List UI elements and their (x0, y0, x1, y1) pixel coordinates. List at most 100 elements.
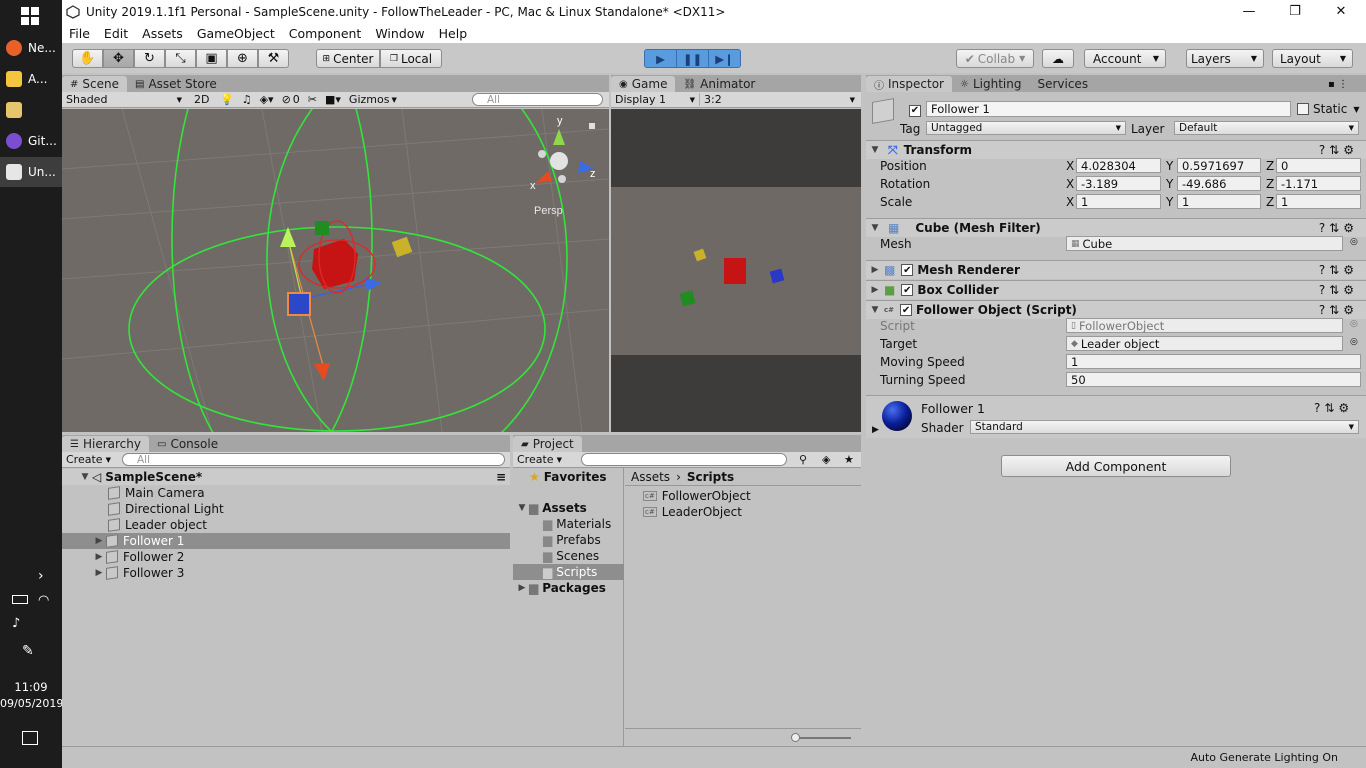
expand-arrow-icon[interactable]: ▶ (515, 583, 529, 593)
expand-arrow-icon[interactable]: ▶ (92, 568, 106, 578)
tab-inspector[interactable]: ⓘ Inspector (866, 76, 952, 92)
hierarchy-item-directional-light[interactable]: Directional Light (108, 501, 224, 517)
shading-mode-dropdown[interactable]: Shaded ▼ (62, 93, 186, 106)
scale-x-input[interactable]: 1 (1076, 194, 1161, 209)
scale-z-input[interactable]: 1 (1276, 194, 1361, 209)
tab-game[interactable]: ◉ Game (611, 76, 676, 92)
tab-console[interactable]: ▭ Console (149, 436, 226, 452)
taskbar-github[interactable]: Git... (0, 126, 62, 156)
favorite-star-icon[interactable]: ★ (840, 453, 858, 466)
cloud-button[interactable]: ☁ (1042, 49, 1074, 68)
lighting-toggle-icon[interactable]: 💡 (216, 93, 238, 106)
hierarchy-create-dropdown[interactable]: Create ▼ (62, 453, 118, 466)
menu-assets[interactable]: Assets (135, 26, 190, 41)
rotation-y-input[interactable]: -49.686 (1177, 176, 1261, 191)
inspector-lock-icon[interactable]: ▪ ⋮ (1328, 76, 1348, 92)
folder-scripts[interactable]: ▆ Scripts (513, 564, 624, 580)
expand-arrow-icon[interactable]: ▼ (868, 223, 882, 233)
battery-icon[interactable] (12, 595, 28, 604)
tab-scene[interactable]: # Scene (62, 76, 127, 92)
hierarchy-search-input[interactable]: All (122, 453, 505, 466)
folder-scenes[interactable]: ▆ Scenes (543, 548, 599, 564)
tab-animator[interactable]: ⛓ Animator (675, 76, 763, 92)
mesh-renderer-header[interactable]: ▶ ▩ ✔ Mesh Renderer ?⇅⚙ (866, 260, 1366, 279)
target-object-field[interactable]: ◆ Leader object (1066, 336, 1343, 351)
expand-arrow-icon[interactable]: ▶ (92, 552, 106, 562)
play-button[interactable]: ▶ (644, 49, 677, 68)
wifi-icon[interactable]: ◠ (38, 593, 49, 608)
menu-help[interactable]: Help (432, 26, 475, 41)
hierarchy-item-leader-object[interactable]: Leader object (108, 517, 207, 533)
2d-toggle-button[interactable]: 2D (190, 93, 216, 106)
layer-dropdown[interactable]: Default ▼ (1174, 121, 1359, 135)
step-button[interactable]: ▶❙ (708, 49, 741, 68)
gizmos-dropdown[interactable]: Gizmos ▼ (345, 93, 401, 106)
component-menu-icons[interactable]: ?⇅⚙ (1319, 221, 1358, 235)
folder-prefabs[interactable]: ▆ Prefabs (543, 532, 601, 548)
tab-asset-store[interactable]: ▤ Asset Store (127, 76, 225, 92)
minimize-icon[interactable]: — (1226, 0, 1272, 23)
expand-arrow-icon[interactable]: ▶ (868, 265, 882, 275)
slider-thumb[interactable] (791, 733, 800, 742)
rotation-z-input[interactable]: -1.171 (1276, 176, 1361, 191)
rect-tool-icon[interactable]: ▣ (196, 49, 227, 68)
layers-dropdown[interactable]: Layers ▼ (1186, 49, 1264, 68)
transform-tool-icon[interactable]: ⊕ (227, 49, 258, 68)
follower-script-header[interactable]: ▼ c# ✔ Follower Object (Script) ?⇅⚙ (866, 300, 1366, 319)
menu-window[interactable]: Window (368, 26, 431, 41)
script-enabled-checkbox[interactable]: ✔ (900, 304, 913, 316)
audio-toggle-icon[interactable]: ♫ (238, 93, 256, 106)
static-checkbox[interactable] (1297, 103, 1309, 115)
breadcrumb-assets[interactable]: Assets (631, 470, 670, 484)
windows-start-icon[interactable] (21, 7, 39, 25)
turning-speed-input[interactable]: 50 (1066, 372, 1361, 387)
lock-icon[interactable] (589, 123, 595, 129)
effects-dropdown-icon[interactable]: ◈▾ (256, 93, 278, 106)
taskbar-explorer[interactable]: A... (0, 64, 62, 94)
layout-dropdown[interactable]: Layout ▼ (1272, 49, 1353, 68)
taskbar-firefox[interactable]: Ne... (0, 33, 62, 63)
menu-component[interactable]: Component (282, 26, 369, 41)
scene-tools-icon[interactable]: ✂ (304, 93, 321, 106)
tab-hierarchy[interactable]: ☰ Hierarchy (62, 436, 149, 452)
expand-arrow-icon[interactable]: ▼ (515, 503, 529, 513)
scale-y-input[interactable]: 1 (1177, 194, 1261, 209)
maximize-icon[interactable]: ❐ (1272, 0, 1318, 23)
tab-services[interactable]: Services (1029, 76, 1096, 92)
scene-search-input[interactable]: All (472, 93, 603, 106)
scene-viewport[interactable]: y z x Persp (62, 109, 609, 432)
menu-gameobject[interactable]: GameObject (190, 26, 282, 41)
folder-materials[interactable]: ▆ Materials (543, 516, 611, 532)
projection-label[interactable]: Persp (534, 205, 563, 217)
position-x-input[interactable]: 4.028304 (1076, 158, 1161, 173)
collab-button[interactable]: ✔ Collab ▼ (956, 49, 1034, 68)
taskbar-unity[interactable]: Un... (0, 157, 62, 187)
volume-icon[interactable]: ♪ (12, 616, 20, 631)
shader-dropdown[interactable]: Standard ▼ (970, 420, 1359, 434)
position-y-input[interactable]: 0.5971697 (1177, 158, 1261, 173)
scene-root[interactable]: ▼ ◁ SampleScene* ≡ (62, 469, 510, 485)
hierarchy-item-follower-2[interactable]: ▶ Follower 2 (62, 549, 185, 565)
tag-dropdown[interactable]: Untagged ▼ (926, 121, 1126, 135)
expand-arrow-icon[interactable]: ▼ (78, 472, 92, 482)
tab-project[interactable]: ▰ Project (513, 436, 582, 452)
expand-arrow-icon[interactable]: ▼ (868, 145, 882, 155)
rotation-x-input[interactable]: -3.189 (1076, 176, 1161, 191)
close-icon[interactable]: ✕ (1318, 0, 1364, 23)
aspect-dropdown[interactable]: 3:2 ▼ (699, 93, 859, 106)
mesh-object-field[interactable]: ▦ Cube (1066, 236, 1343, 251)
project-create-dropdown[interactable]: Create ▼ (513, 453, 571, 466)
object-picker-icon[interactable]: ◎ (1350, 337, 1358, 347)
material-expand-arrow-icon[interactable]: ▶ (872, 425, 879, 435)
icon-size-slider[interactable] (795, 737, 851, 739)
material-menu-icons[interactable]: ?⇅⚙ (1314, 401, 1353, 415)
component-menu-icons[interactable]: ?⇅⚙ (1319, 303, 1358, 317)
status-text[interactable]: Auto Generate Lighting On (1191, 751, 1339, 764)
assets-folder[interactable]: ▼ ▆ Assets (515, 500, 587, 516)
pen-icon[interactable]: ✎ (22, 643, 34, 659)
display-dropdown[interactable]: Display 1 ▼ (611, 93, 699, 106)
hierarchy-item-follower-3[interactable]: ▶ Follower 3 (62, 565, 185, 581)
breadcrumb-scripts[interactable]: Scripts (687, 470, 734, 484)
favorites-item[interactable]: ★ Favorites (529, 469, 606, 485)
hidden-objects-toggle[interactable]: ⊘ 0 (278, 93, 304, 106)
